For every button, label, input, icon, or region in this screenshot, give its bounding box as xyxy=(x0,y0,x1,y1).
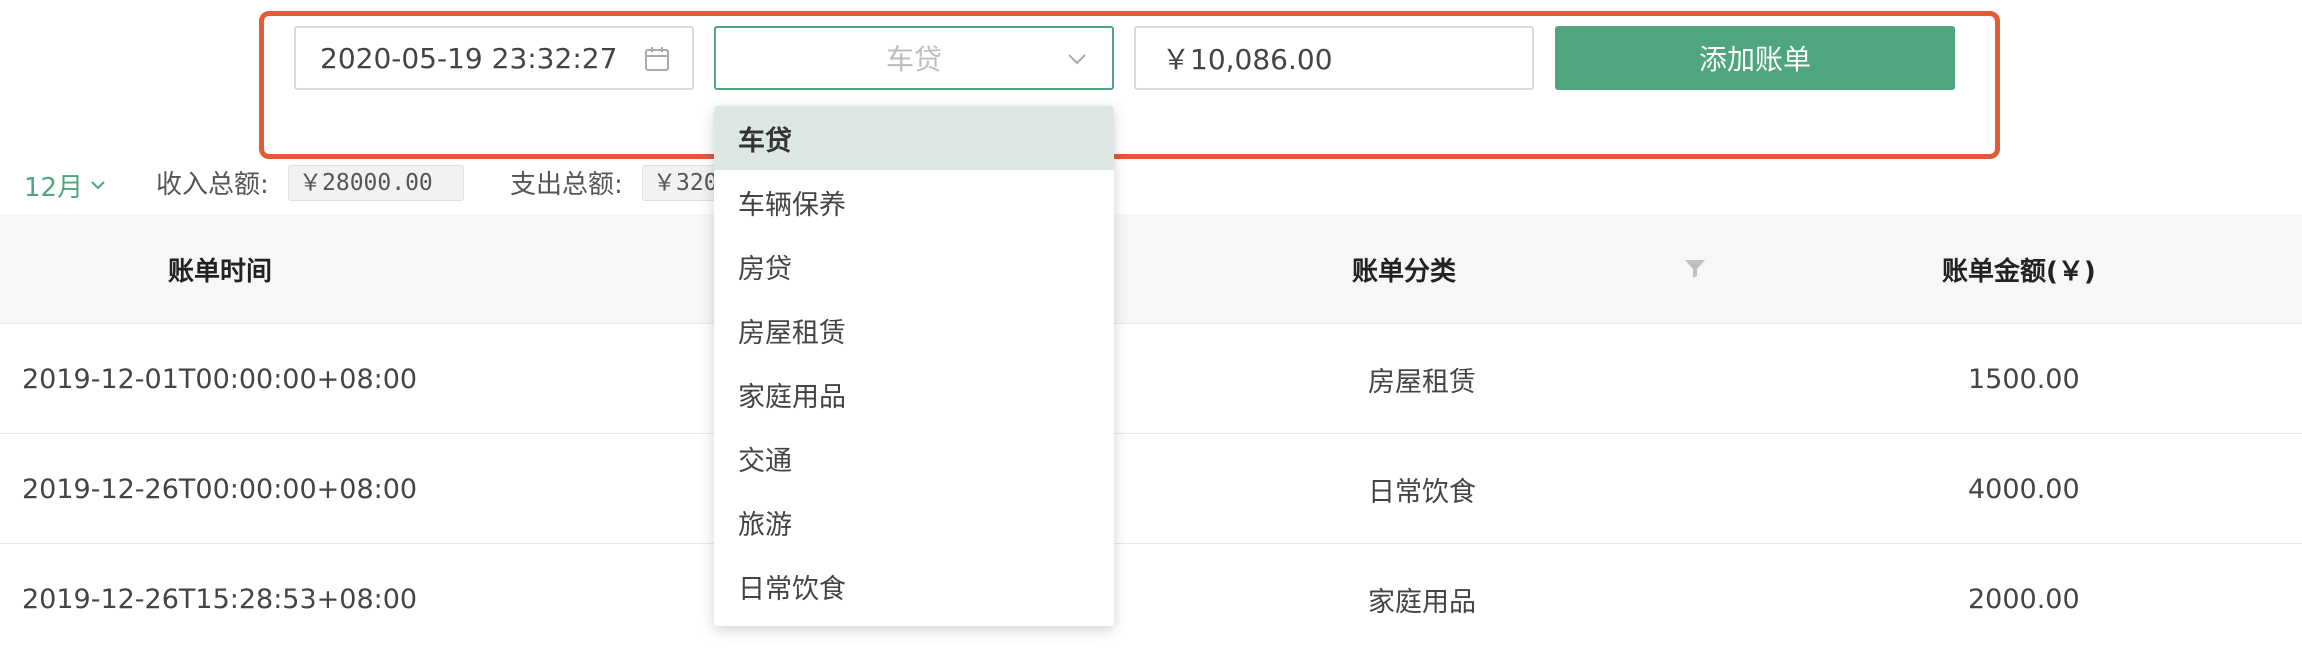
dropdown-option[interactable]: 家庭用品 xyxy=(714,362,1114,426)
cell-time: 2019-12-26T00:00:00+08:00 xyxy=(22,473,418,505)
month-label: 12月 xyxy=(24,172,84,203)
cell-time: 2019-12-01T00:00:00+08:00 xyxy=(22,363,418,395)
dropdown-option[interactable]: 房屋租赁 xyxy=(714,298,1114,362)
table-row: 2019-12-26T00:00:00+08:00 日常饮食 4000.00 xyxy=(0,434,2302,544)
category-dropdown-menu: 车贷 车辆保养 房贷 房屋租赁 家庭用品 交通 旅游 日常饮食 xyxy=(714,106,1114,626)
dropdown-option[interactable]: 车辆保养 xyxy=(714,170,1114,234)
cell-time: 2019-12-26T15:28:53+08:00 xyxy=(22,583,418,615)
dropdown-option[interactable]: 日常饮食 xyxy=(714,554,1114,618)
cell-amount: 2000.00 xyxy=(1968,583,2080,615)
chevron-down-icon xyxy=(91,181,105,190)
column-header-category[interactable]: 账单分类 xyxy=(1352,214,1456,324)
cell-amount: 1500.00 xyxy=(1968,363,2080,395)
income-total-value: ￥28000.00 xyxy=(288,165,464,201)
dropdown-option[interactable]: 交通 xyxy=(714,426,1114,490)
column-header-amount[interactable]: 账单金额(￥) xyxy=(1942,214,2096,324)
table-row: 2019-12-26T15:28:53+08:00 家庭用品 2000.00 xyxy=(0,544,2302,650)
table-row: 2019-12-01T00:00:00+08:00 房屋租赁 1500.00 xyxy=(0,324,2302,434)
column-header-time[interactable]: 账单时间 xyxy=(168,214,272,324)
dropdown-option[interactable]: 房贷 xyxy=(714,234,1114,298)
table-header: 账单时间 账单分类 账单金额(￥) xyxy=(0,214,2302,324)
expense-total-label: 支出总额: xyxy=(510,170,623,200)
cell-category: 日常饮食 xyxy=(1368,476,1476,508)
cell-amount: 4000.00 xyxy=(1968,473,2080,505)
cell-category: 房屋租赁 xyxy=(1368,366,1476,398)
dropdown-option[interactable]: 旅游 xyxy=(714,490,1114,554)
cell-category: 家庭用品 xyxy=(1368,586,1476,618)
bill-table: 账单时间 账单分类 账单金额(￥) 2019-12-01T00:00:00+08… xyxy=(0,214,2302,650)
filter-icon[interactable] xyxy=(1684,257,1706,279)
form-highlight-box xyxy=(259,11,2000,159)
dropdown-option[interactable]: 车贷 xyxy=(714,106,1114,170)
month-selector[interactable]: 12月 xyxy=(24,167,107,204)
income-total-label: 收入总额: xyxy=(156,170,269,200)
summary-row: 12月 xyxy=(24,165,107,205)
